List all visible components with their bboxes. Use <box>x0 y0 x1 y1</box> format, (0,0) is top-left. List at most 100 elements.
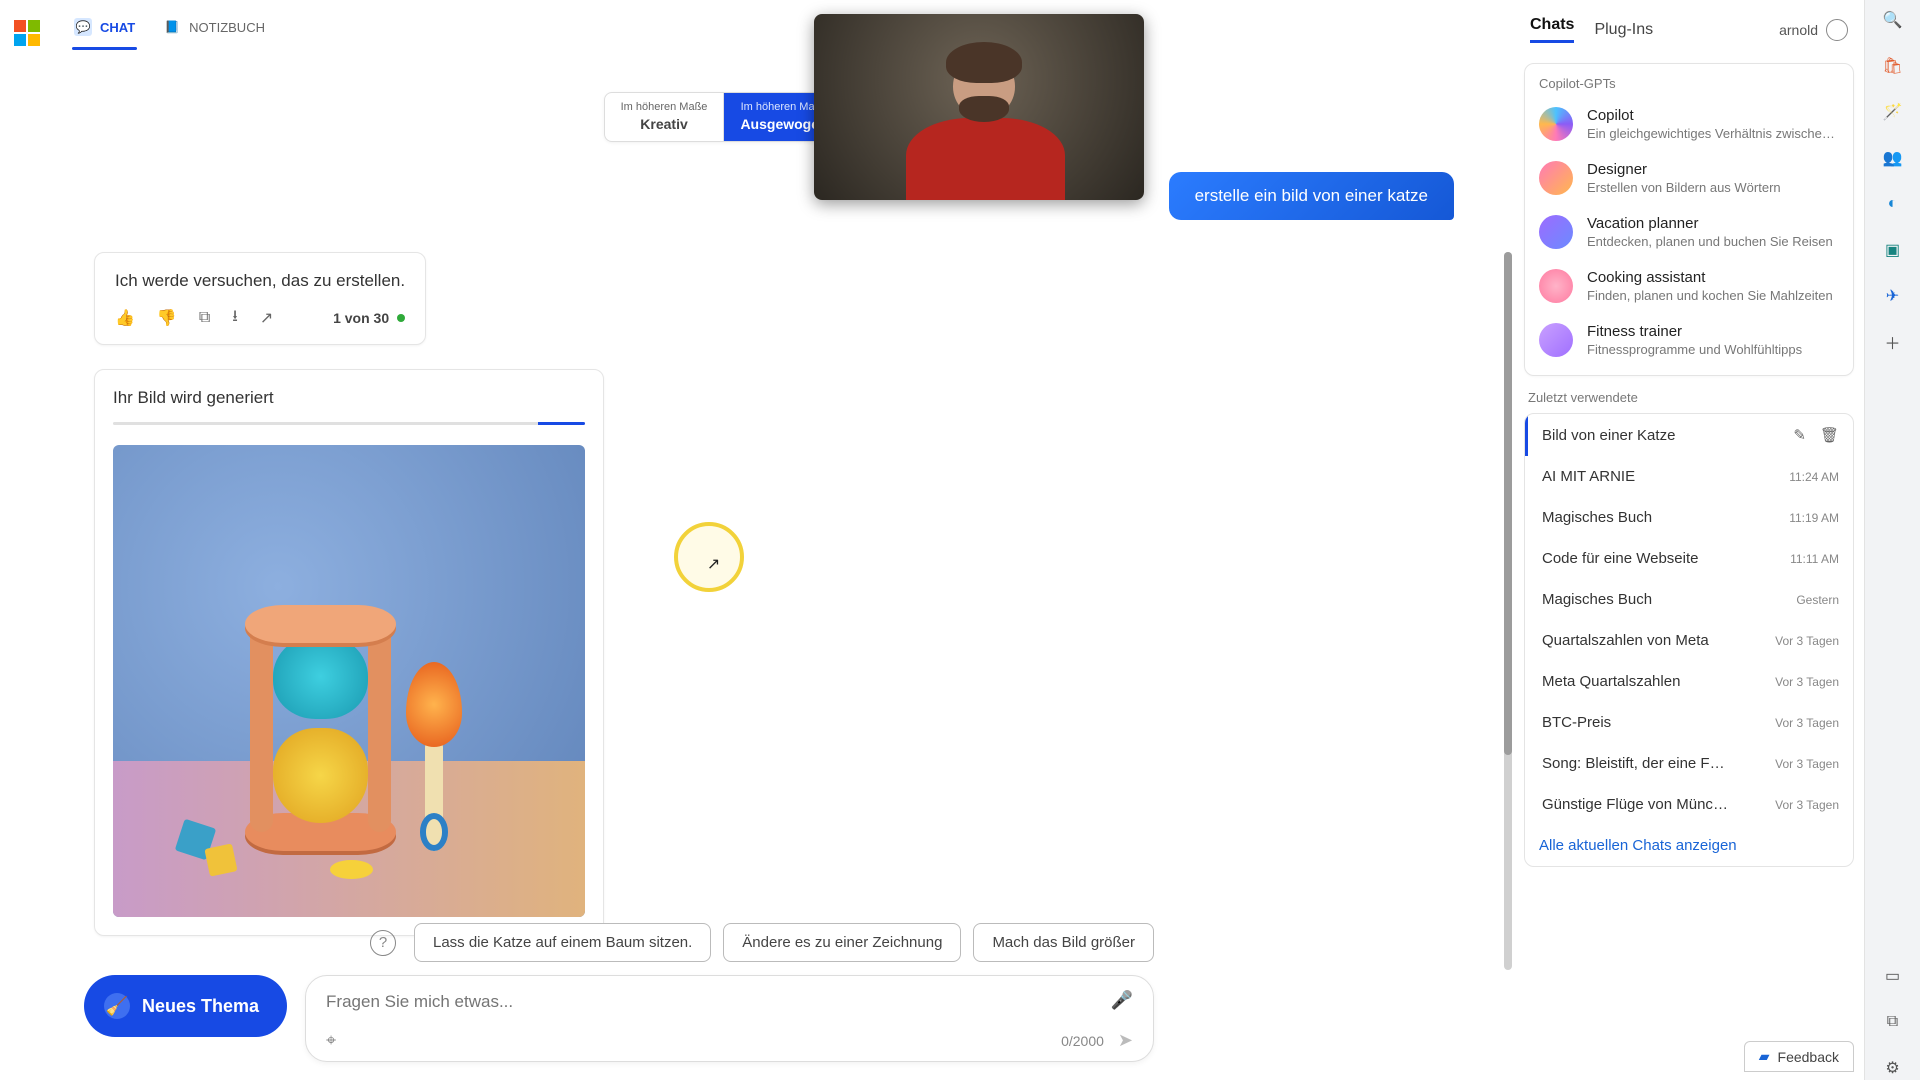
recent-timestamp: Vor 3 Tagen <box>1775 675 1839 689</box>
rail-add-icon[interactable]: ＋ <box>1881 330 1905 354</box>
help-icon[interactable]: ? <box>370 930 396 956</box>
gpt-icon <box>1539 215 1573 249</box>
thumbs-down-icon[interactable]: 👎 <box>157 308 177 328</box>
feedback-button[interactable]: ▰ Feedback <box>1744 1041 1854 1072</box>
tab-chat[interactable]: 💬 CHAT <box>72 10 137 50</box>
recent-title: Quartalszahlen von Meta <box>1542 632 1709 649</box>
recent-title: Günstige Flüge von München nach Fra <box>1542 796 1732 813</box>
gpt-desc: Erstellen von Bildern aus Wörtern <box>1587 180 1781 195</box>
thumbs-up-icon[interactable]: 👍 <box>115 308 135 328</box>
feedback-icon: ▰ <box>1759 1048 1770 1065</box>
avatar-icon <box>1826 19 1848 41</box>
recent-timestamp: Vor 3 Tagen <box>1775 716 1839 730</box>
recent-item-4[interactable]: Magisches BuchGestern <box>1525 579 1853 620</box>
show-all-chats-link[interactable]: Alle aktuellen Chats anzeigen <box>1525 825 1853 866</box>
vertical-scrollbar[interactable] <box>1504 252 1512 970</box>
gpt-item-1[interactable]: Designer Erstellen von Bildern aus Wörter… <box>1525 151 1853 205</box>
notebook-icon: 📘 <box>163 18 181 36</box>
recent-title: Song: Bleistift, der eine Füllfeder sein… <box>1542 755 1732 772</box>
assistant-message-text: Ich werde versuchen, das zu erstellen. <box>115 271 405 291</box>
gpt-name: Vacation planner <box>1587 215 1833 232</box>
gpt-desc: Fitnessprogramme und Wohlfühltipps <box>1587 342 1802 357</box>
ask-input[interactable] <box>326 992 1133 1012</box>
recent-title: AI MIT ARNIE <box>1542 468 1635 485</box>
chat-icon: 💬 <box>74 18 92 36</box>
tab-chat-label: CHAT <box>100 20 135 35</box>
rail-shopping-icon[interactable]: 🛍 <box>1881 54 1905 78</box>
recent-title: BTC-Preis <box>1542 714 1611 731</box>
gpt-desc: Ein gleichgewichtiges Verhältnis zwische… <box>1587 126 1837 141</box>
rail-popout-icon[interactable]: ⧉ <box>1881 1010 1905 1034</box>
recent-chats-list: Bild von einer Katze ✎ 🗑 AI MIT ARNIE 11:24 … <box>1524 413 1854 867</box>
ask-input-container: 🎤 ⌖ 0/2000 ➤ <box>305 975 1154 1062</box>
tab-notebook[interactable]: 📘 NOTIZBUCH <box>161 10 267 50</box>
visual-search-icon[interactable]: ⌖ <box>326 1030 336 1051</box>
gpt-item-0[interactable]: CopilotEin gleichgewichtiges Verhältnis … <box>1525 97 1853 151</box>
app-logo-strip <box>0 0 54 1080</box>
recent-item-3[interactable]: Code für eine Webseite11:11 AM <box>1525 538 1853 579</box>
browser-side-rail: 🔍 🛍 🪄 👥 ◐ ▣ ✈ ＋ ▭ ⧉ ⚙ <box>1864 0 1920 1080</box>
suggestion-row: ? Lass die Katze auf einem Baum sitzen. … <box>370 923 1154 962</box>
gpt-name: Cooking assistant <box>1587 269 1833 286</box>
rail-game-icon[interactable]: ▣ <box>1881 238 1905 262</box>
account-name[interactable]: arnold <box>1779 19 1848 41</box>
download-icon[interactable]: ⭳ <box>232 305 238 332</box>
recent-item-8[interactable]: Song: Bleistift, der eine Füllfeder sein… <box>1525 743 1853 784</box>
gpt-icon <box>1539 323 1573 357</box>
gpt-icon <box>1539 161 1573 195</box>
assistant-message-card: Ich werde versuchen, das zu erstellen. 👍… <box>94 252 426 345</box>
gpt-name: Designer <box>1587 161 1781 178</box>
share-icon[interactable]: ↗ <box>260 308 273 328</box>
image-generation-card: Ihr Bild wird generiert <box>94 369 604 936</box>
recent-item-2[interactable]: Magisches Buch11:19 AM <box>1525 497 1853 538</box>
right-tab-plugins[interactable]: Plug-Ins <box>1594 21 1653 39</box>
new-topic-icon: 🧹 <box>104 993 130 1019</box>
recent-title: Bild von einer Katze <box>1542 427 1675 444</box>
generating-label: Ihr Bild wird generiert <box>113 388 585 408</box>
rail-people-icon[interactable]: 👥 <box>1881 146 1905 170</box>
copy-icon[interactable]: ⧉ <box>199 309 210 327</box>
style-creative[interactable]: Im höheren Maße Kreativ <box>605 93 724 141</box>
gpt-item-4[interactable]: Fitness trainerFitnessprogramme und Wohl… <box>1525 313 1853 367</box>
recent-item-9[interactable]: Günstige Flüge von München nach Fra Vor 3… <box>1525 784 1853 825</box>
generation-progress <box>113 422 585 425</box>
delete-icon[interactable]: 🗑 <box>1820 426 1839 444</box>
send-icon[interactable]: ➤ <box>1118 1030 1133 1051</box>
right-tab-chats[interactable]: Chats <box>1530 16 1574 43</box>
recent-timestamp: Vor 3 Tagen <box>1775 798 1839 812</box>
recent-timestamp: 11:24 AM <box>1789 470 1839 484</box>
gpt-item-3[interactable]: Cooking assistantFinden, planen und koch… <box>1525 259 1853 313</box>
rail-send-icon[interactable]: ✈ <box>1881 284 1905 308</box>
rail-settings-icon[interactable]: ⚙ <box>1881 1056 1905 1080</box>
rail-search-icon[interactable]: 🔍 <box>1881 8 1905 32</box>
suggestion-1[interactable]: Lass die Katze auf einem Baum sitzen. <box>414 923 711 962</box>
recent-item-7[interactable]: BTC-Preis Vor 3 Tagen <box>1525 702 1853 743</box>
new-topic-button[interactable]: 🧹 Neues Thema <box>84 975 287 1037</box>
suggestion-3[interactable]: Mach das Bild größer <box>973 923 1154 962</box>
copilot-gpt-heading: Copilot-GPTs <box>1525 72 1853 97</box>
rail-copilot-icon[interactable]: ◐ <box>1881 192 1905 216</box>
recent-heading: Zuletzt verwendete <box>1524 384 1854 405</box>
response-counter: 1 von 30 <box>333 310 405 326</box>
recent-title: Magisches Buch <box>1542 509 1652 526</box>
gpt-desc: Entdecken, planen und buchen Sie Reisen <box>1587 234 1833 249</box>
recent-item-6[interactable]: Meta QuartalszahlenVor 3 Tagen <box>1525 661 1853 702</box>
tab-notebook-label: NOTIZBUCH <box>189 20 265 35</box>
recent-item-5[interactable]: Quartalszahlen von Meta Vor 3 Tagen <box>1525 620 1853 661</box>
edit-icon[interactable]: ✎ <box>1793 426 1806 444</box>
webcam-overlay <box>814 14 1144 200</box>
right-sidebar: Chats Plug-Ins arnold Copilot-GPTs Copil… <box>1514 0 1864 1080</box>
recent-title: Code für eine Webseite <box>1542 550 1698 567</box>
gpt-item-2[interactable]: Vacation planner Entdecken, planen und bu… <box>1525 205 1853 259</box>
microphone-icon[interactable]: 🎤 <box>1111 990 1133 1011</box>
gpt-icon <box>1539 269 1573 303</box>
recent-timestamp: Vor 3 Tagen <box>1775 757 1839 771</box>
rail-history-icon[interactable]: ▭ <box>1881 964 1905 988</box>
suggestion-2[interactable]: Ändere es zu einer Zeichnung <box>723 923 961 962</box>
char-counter: 0/2000 <box>1061 1033 1104 1049</box>
recent-timestamp: Vor 3 Tagen <box>1775 634 1839 648</box>
recent-item-0[interactable]: Bild von einer Katze ✎ 🗑 <box>1525 414 1853 456</box>
top-nav: 💬 CHAT 📘 NOTIZBUCH <box>54 0 1514 50</box>
rail-tools-icon[interactable]: 🪄 <box>1881 100 1905 124</box>
recent-item-1[interactable]: AI MIT ARNIE 11:24 AM <box>1525 456 1853 497</box>
